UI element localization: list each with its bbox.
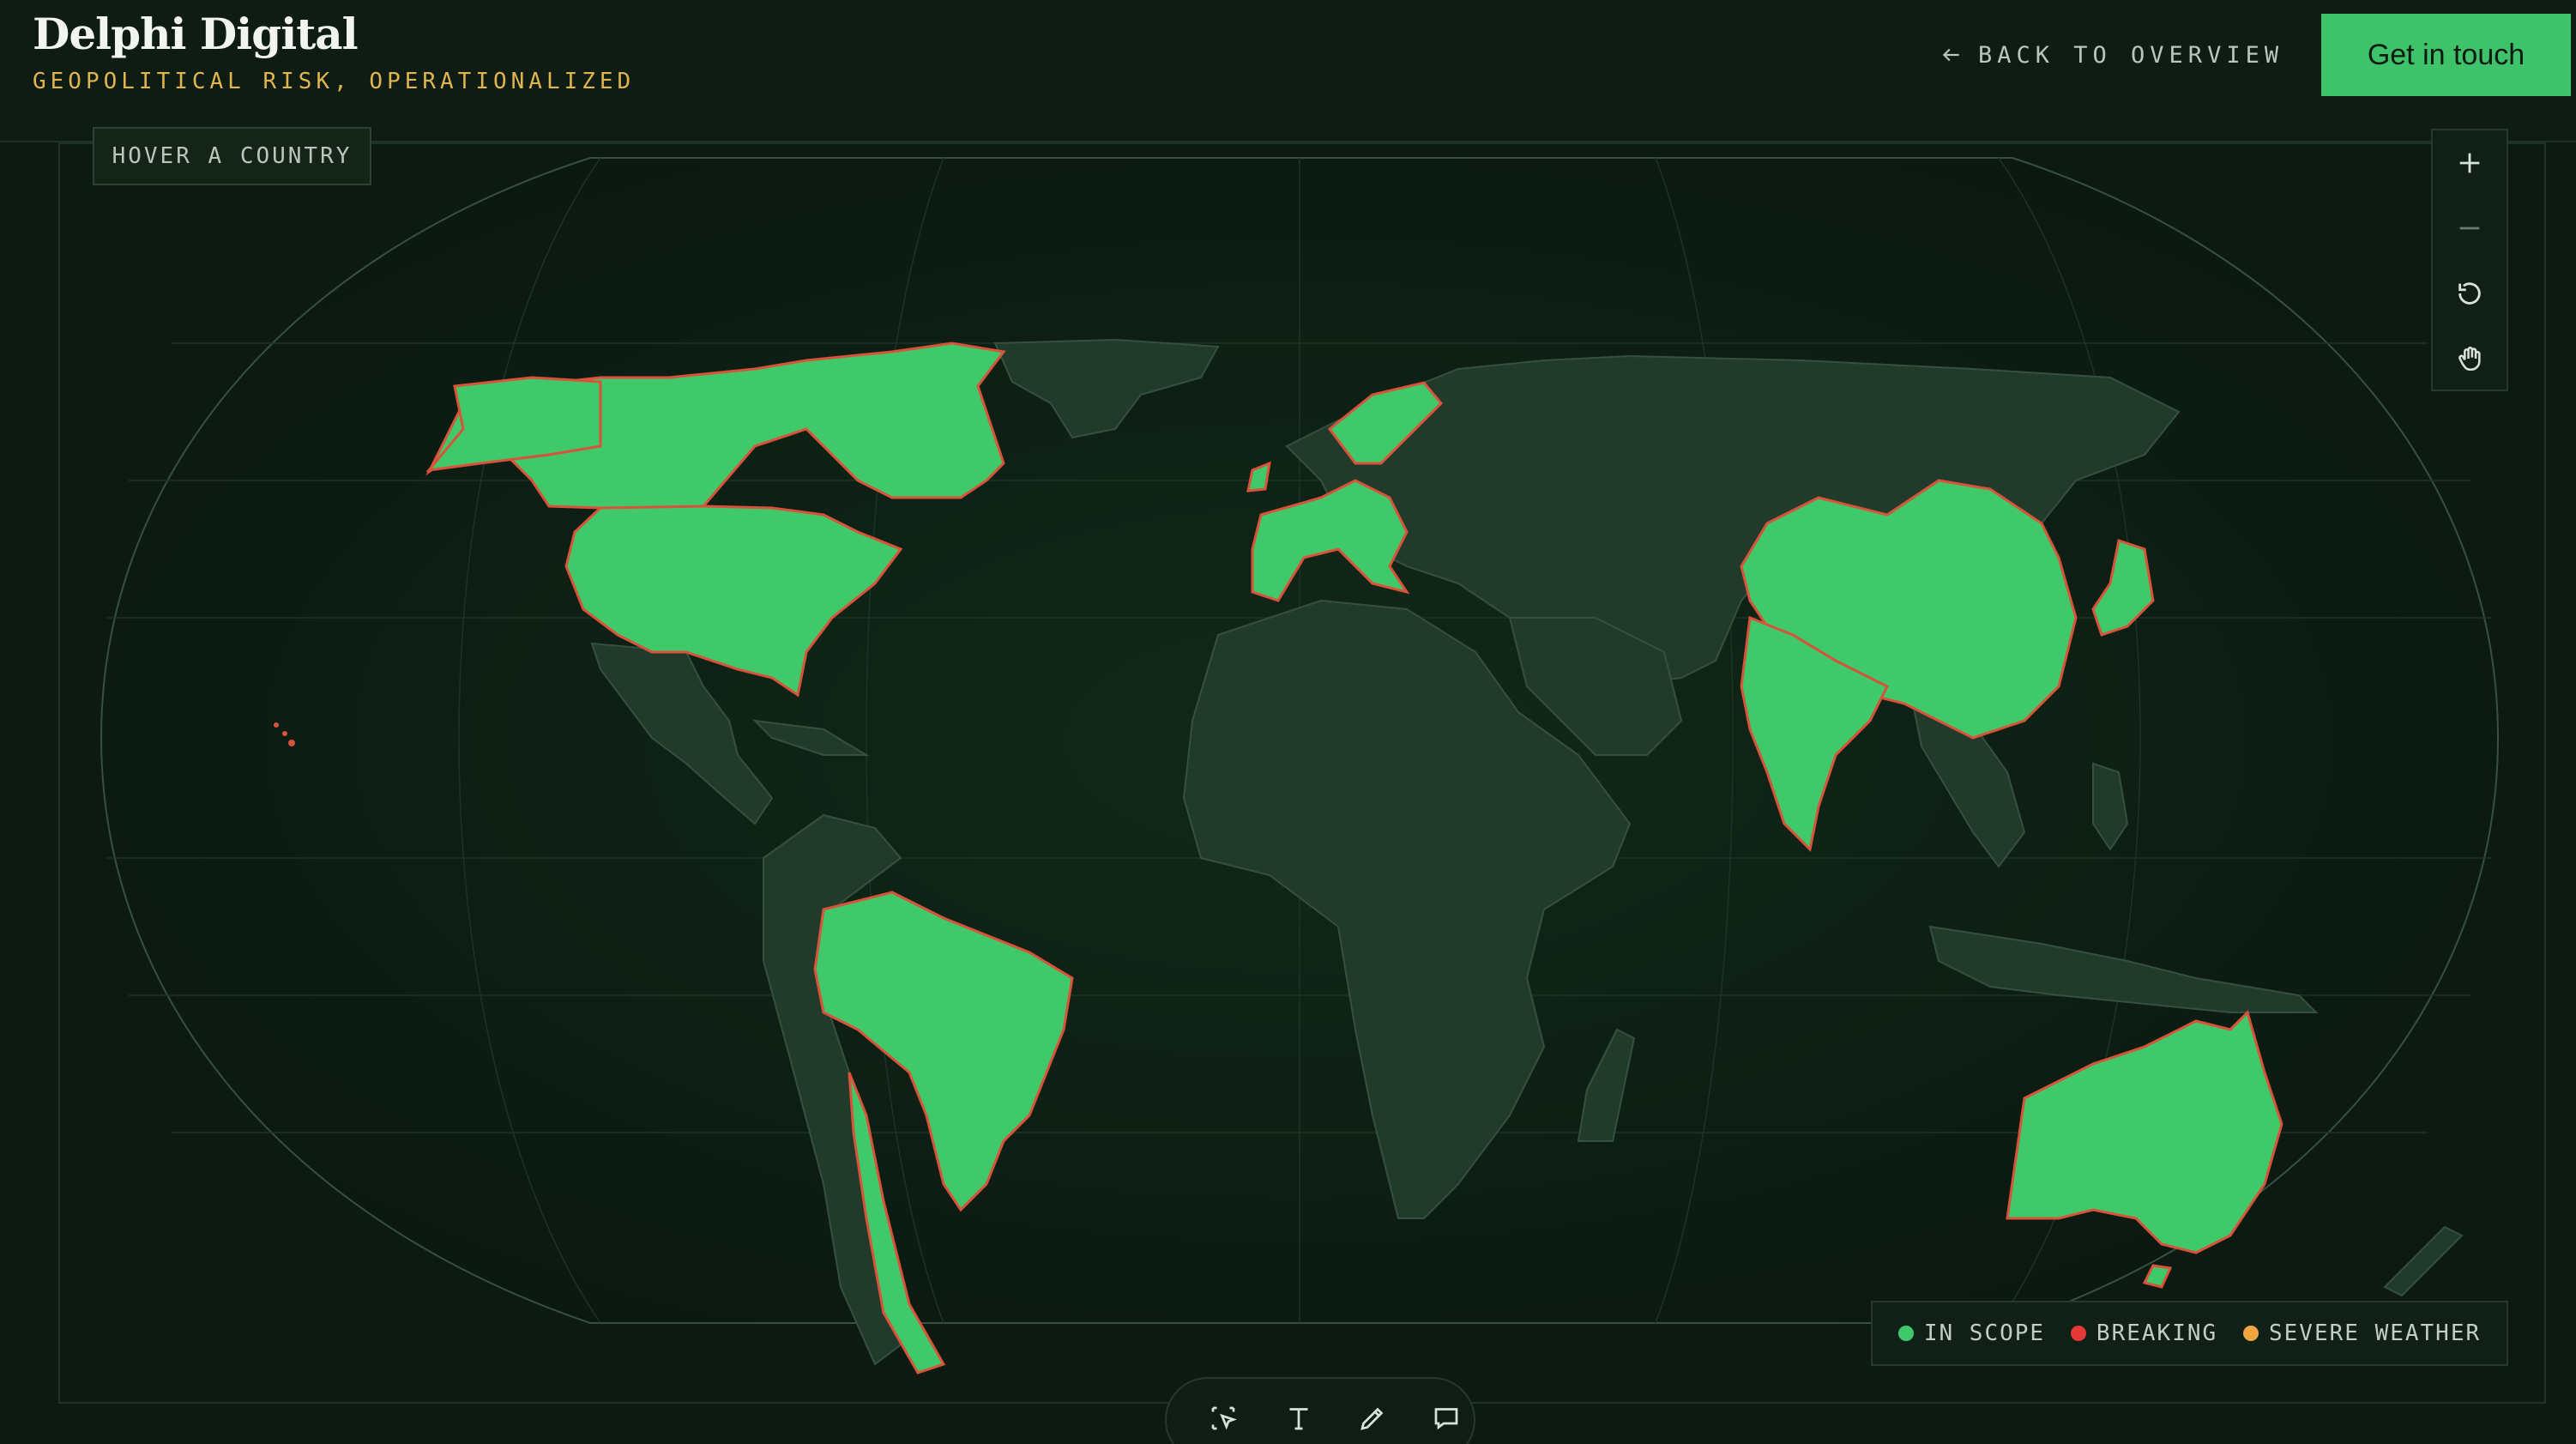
get-in-touch-button[interactable]: Get in touch xyxy=(2321,14,2571,96)
legend-label: BREAKING xyxy=(2096,1320,2218,1346)
hover-country-hint: HOVER A COUNTRY xyxy=(93,127,371,185)
in-scope-dot-icon xyxy=(1897,1326,1914,1341)
comment-icon xyxy=(1434,1408,1458,1430)
text-icon xyxy=(1289,1408,1308,1430)
back-label: BACK TO OVERVIEW xyxy=(1978,41,2284,69)
legend-label: SEVERE WEATHER xyxy=(2269,1320,2482,1346)
hand-icon xyxy=(2458,347,2481,372)
annotation-toolbar xyxy=(1165,1377,1475,1444)
legend-severe-weather: SEVERE WEATHER xyxy=(2243,1320,2481,1346)
country-tasmania xyxy=(2142,1264,2173,1289)
legend-label: IN SCOPE xyxy=(1923,1320,2046,1346)
map-controls xyxy=(2431,129,2508,391)
zoom-in-button[interactable] xyxy=(2433,130,2507,196)
map-legend: IN SCOPE BREAKING SEVERE WEATHER xyxy=(1871,1301,2508,1366)
pan-button[interactable] xyxy=(2433,326,2507,391)
reset-icon xyxy=(2458,282,2481,305)
top-header: Delphi Digital GEOPOLITICAL RISK, OPERAT… xyxy=(0,0,2576,142)
legend-in-scope: IN SCOPE xyxy=(1897,1320,2046,1346)
tagline: GEOPOLITICAL RISK, OPERATIONALIZED xyxy=(33,69,636,94)
new-zealand xyxy=(2383,1225,2464,1297)
back-to-overview-link[interactable]: BACK TO OVERVIEW xyxy=(1940,38,2283,72)
select-icon xyxy=(1211,1406,1238,1430)
plus-icon xyxy=(2459,153,2480,173)
zoom-out-button[interactable] xyxy=(2433,196,2507,261)
pen-icon xyxy=(1360,1407,1384,1430)
select-tool-button[interactable] xyxy=(1204,1399,1242,1437)
legend-breaking: BREAKING xyxy=(2070,1320,2218,1346)
arrow-left-icon xyxy=(1942,48,1959,62)
text-tool-button[interactable] xyxy=(1280,1399,1318,1437)
world-map[interactable] xyxy=(0,0,2576,1444)
pen-tool-button[interactable] xyxy=(1354,1399,1391,1437)
severe-weather-dot-icon xyxy=(2243,1326,2259,1341)
reset-view-button[interactable] xyxy=(2433,261,2507,326)
brand-logo[interactable]: Delphi Digital xyxy=(33,9,359,59)
comment-tool-button[interactable] xyxy=(1427,1399,1465,1437)
minus-icon xyxy=(2459,227,2480,230)
breaking-dot-icon xyxy=(2070,1326,2086,1341)
